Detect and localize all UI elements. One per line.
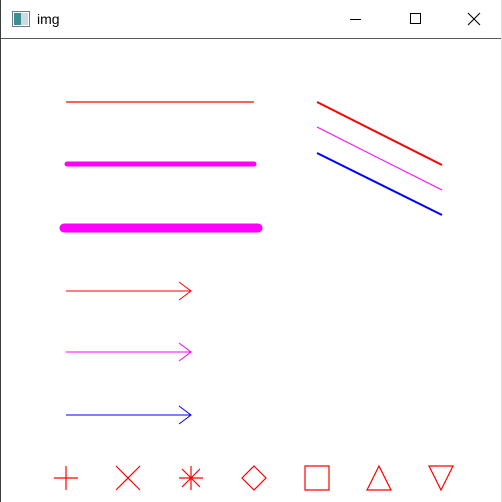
image-app-icon xyxy=(12,11,30,27)
diamond-marker xyxy=(241,465,267,491)
maximize-button[interactable] xyxy=(393,0,439,38)
blue-diagonal-line xyxy=(316,152,443,216)
triangle-up-marker xyxy=(366,464,392,491)
image-window: img xyxy=(0,0,502,502)
red-diagonal-line xyxy=(316,101,443,166)
triangle-down-marker xyxy=(428,465,454,492)
title-bar[interactable]: img xyxy=(1,0,501,39)
square-marker xyxy=(304,465,330,491)
image-canvas xyxy=(54,101,454,492)
cross-marker xyxy=(54,466,78,490)
close-button[interactable] xyxy=(451,0,497,38)
minimize-button[interactable] xyxy=(333,0,379,38)
window-title: img xyxy=(37,11,60,27)
minimize-icon xyxy=(350,19,361,20)
maximize-icon xyxy=(410,13,421,24)
magenta-diagonal-line xyxy=(316,126,443,191)
star-marker xyxy=(179,466,203,490)
tilted-cross-marker xyxy=(115,465,141,491)
close-icon xyxy=(467,12,481,26)
